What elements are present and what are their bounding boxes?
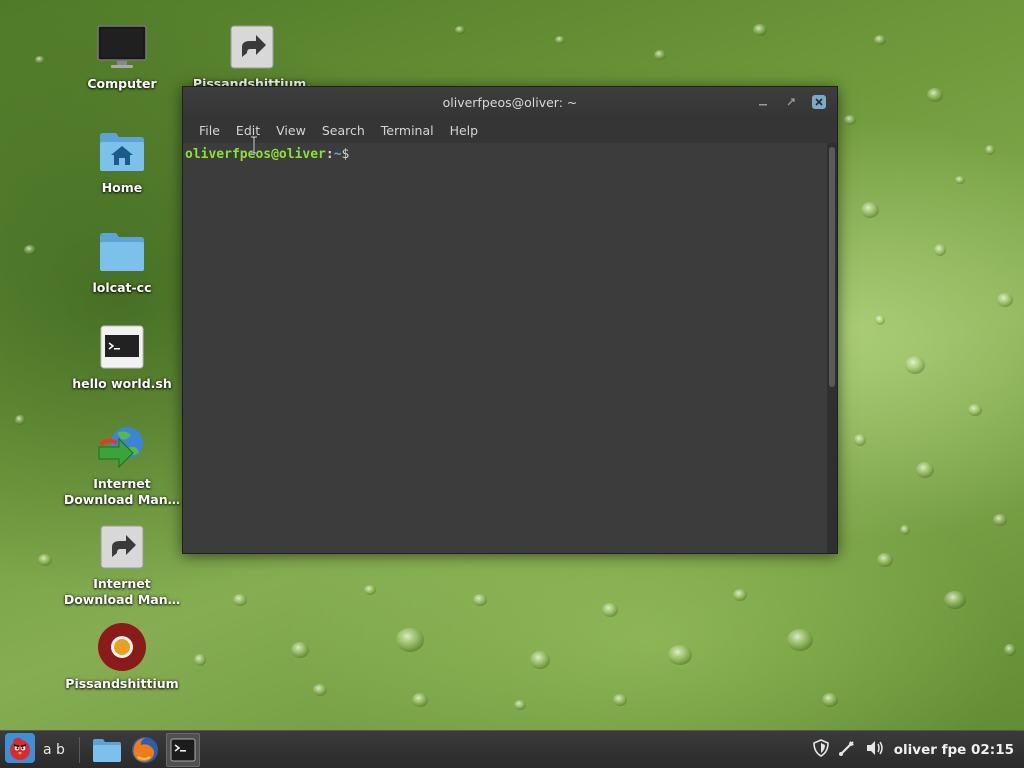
folder-icon bbox=[97, 226, 147, 276]
tray-clock: 02:15 bbox=[971, 742, 1014, 758]
minimize-button[interactable] bbox=[755, 94, 771, 110]
system-tray: oliver fpe 02:15 bbox=[812, 731, 1014, 768]
desktop-icon-lolcat-cc[interactable]: lolcat-cc bbox=[62, 226, 182, 296]
angry-bird-icon bbox=[5, 732, 35, 767]
desktop-icon-home[interactable]: Home bbox=[62, 126, 182, 196]
monitor-icon bbox=[97, 22, 147, 72]
folder-icon bbox=[92, 738, 121, 762]
desktop-icon-label: Home bbox=[101, 180, 143, 195]
maximize-icon bbox=[787, 98, 795, 106]
menu-search[interactable]: Search bbox=[314, 123, 373, 138]
desktop-icon-label: lolcat-cc bbox=[92, 280, 152, 295]
text-cursor-icon bbox=[251, 136, 257, 154]
shortcut-arrow-icon bbox=[97, 522, 147, 572]
shortcut-arrow-icon bbox=[227, 22, 277, 72]
close-button[interactable] bbox=[811, 94, 827, 110]
prompt-path: ~ bbox=[333, 147, 342, 162]
window-controls bbox=[755, 94, 827, 110]
desktop-icon-internet-download-manager[interactable]: Internet Download Man… bbox=[62, 422, 182, 508]
chromium-icon bbox=[97, 622, 147, 672]
tray-username: oliver fpe bbox=[893, 742, 967, 758]
desktop-icon-internet-download-manager-link[interactable]: Internet Download Man… bbox=[62, 522, 182, 608]
window-title: oliverfpeos@oliver: ~ bbox=[442, 94, 578, 110]
scrollbar-thumb[interactable] bbox=[829, 147, 835, 387]
menu-terminal[interactable]: Terminal bbox=[373, 123, 442, 138]
desktop-icon-label: Internet Download Man… bbox=[63, 576, 181, 607]
desktop-icon-label: Pissandshittium bbox=[65, 676, 179, 691]
start-menu-label: a b bbox=[43, 741, 65, 758]
terminal-window[interactable]: oliverfpeos@oliver: ~ File Edit View Sea… bbox=[182, 86, 838, 554]
menu-edit[interactable]: Edit bbox=[228, 123, 268, 138]
menu-file[interactable]: File bbox=[191, 123, 228, 138]
taskbar: a b oliver fpe 02:15 bbox=[0, 730, 1024, 768]
desktop-icon-pissandshittium-link[interactable]: Pissandshittium. bbox=[192, 22, 312, 92]
taskbar-app-terminal[interactable] bbox=[165, 732, 200, 767]
terminal-output[interactable]: oliverfpeos@oliver:~$ bbox=[183, 143, 827, 553]
taskbar-app-file-manager[interactable] bbox=[90, 733, 124, 767]
firefox-icon bbox=[131, 736, 158, 763]
tray-user-clock[interactable]: oliver fpe 02:15 bbox=[894, 742, 1014, 758]
shield-icon[interactable] bbox=[812, 739, 829, 761]
desktop-icon-label: Internet Download Man… bbox=[63, 476, 181, 507]
home-folder-icon bbox=[97, 126, 147, 176]
prompt-symbol: $ bbox=[341, 147, 350, 162]
desktop-icon-label: Computer bbox=[87, 76, 157, 91]
maximize-button[interactable] bbox=[783, 94, 799, 110]
desktop-icon-label: hello world.sh bbox=[72, 376, 172, 391]
menu-view[interactable]: View bbox=[268, 123, 314, 138]
desktop-icon-hello-world-sh[interactable]: hello world.sh bbox=[62, 322, 182, 392]
volume-icon[interactable] bbox=[865, 739, 885, 761]
start-menu-button[interactable]: a b bbox=[5, 732, 65, 767]
terminal-script-icon bbox=[97, 322, 147, 372]
terminal-menubar: File Edit View Search Terminal Help bbox=[183, 117, 837, 143]
taskbar-app-firefox[interactable] bbox=[128, 733, 162, 767]
desktop-icon-pissandshittium[interactable]: Pissandshittium bbox=[62, 622, 182, 692]
prompt-separator: : bbox=[325, 147, 334, 162]
terminal-scrollbar[interactable] bbox=[827, 143, 837, 553]
network-icon[interactable] bbox=[838, 739, 856, 761]
desktop-icon-computer[interactable]: Computer bbox=[62, 22, 182, 92]
taskbar-separator bbox=[78, 736, 80, 763]
minimize-icon bbox=[759, 104, 767, 106]
terminal-titlebar[interactable]: oliverfpeos@oliver: ~ bbox=[183, 87, 837, 117]
terminal-icon bbox=[170, 738, 196, 761]
menu-help[interactable]: Help bbox=[442, 123, 487, 138]
close-icon bbox=[812, 95, 826, 109]
idm-globe-icon bbox=[97, 422, 147, 472]
